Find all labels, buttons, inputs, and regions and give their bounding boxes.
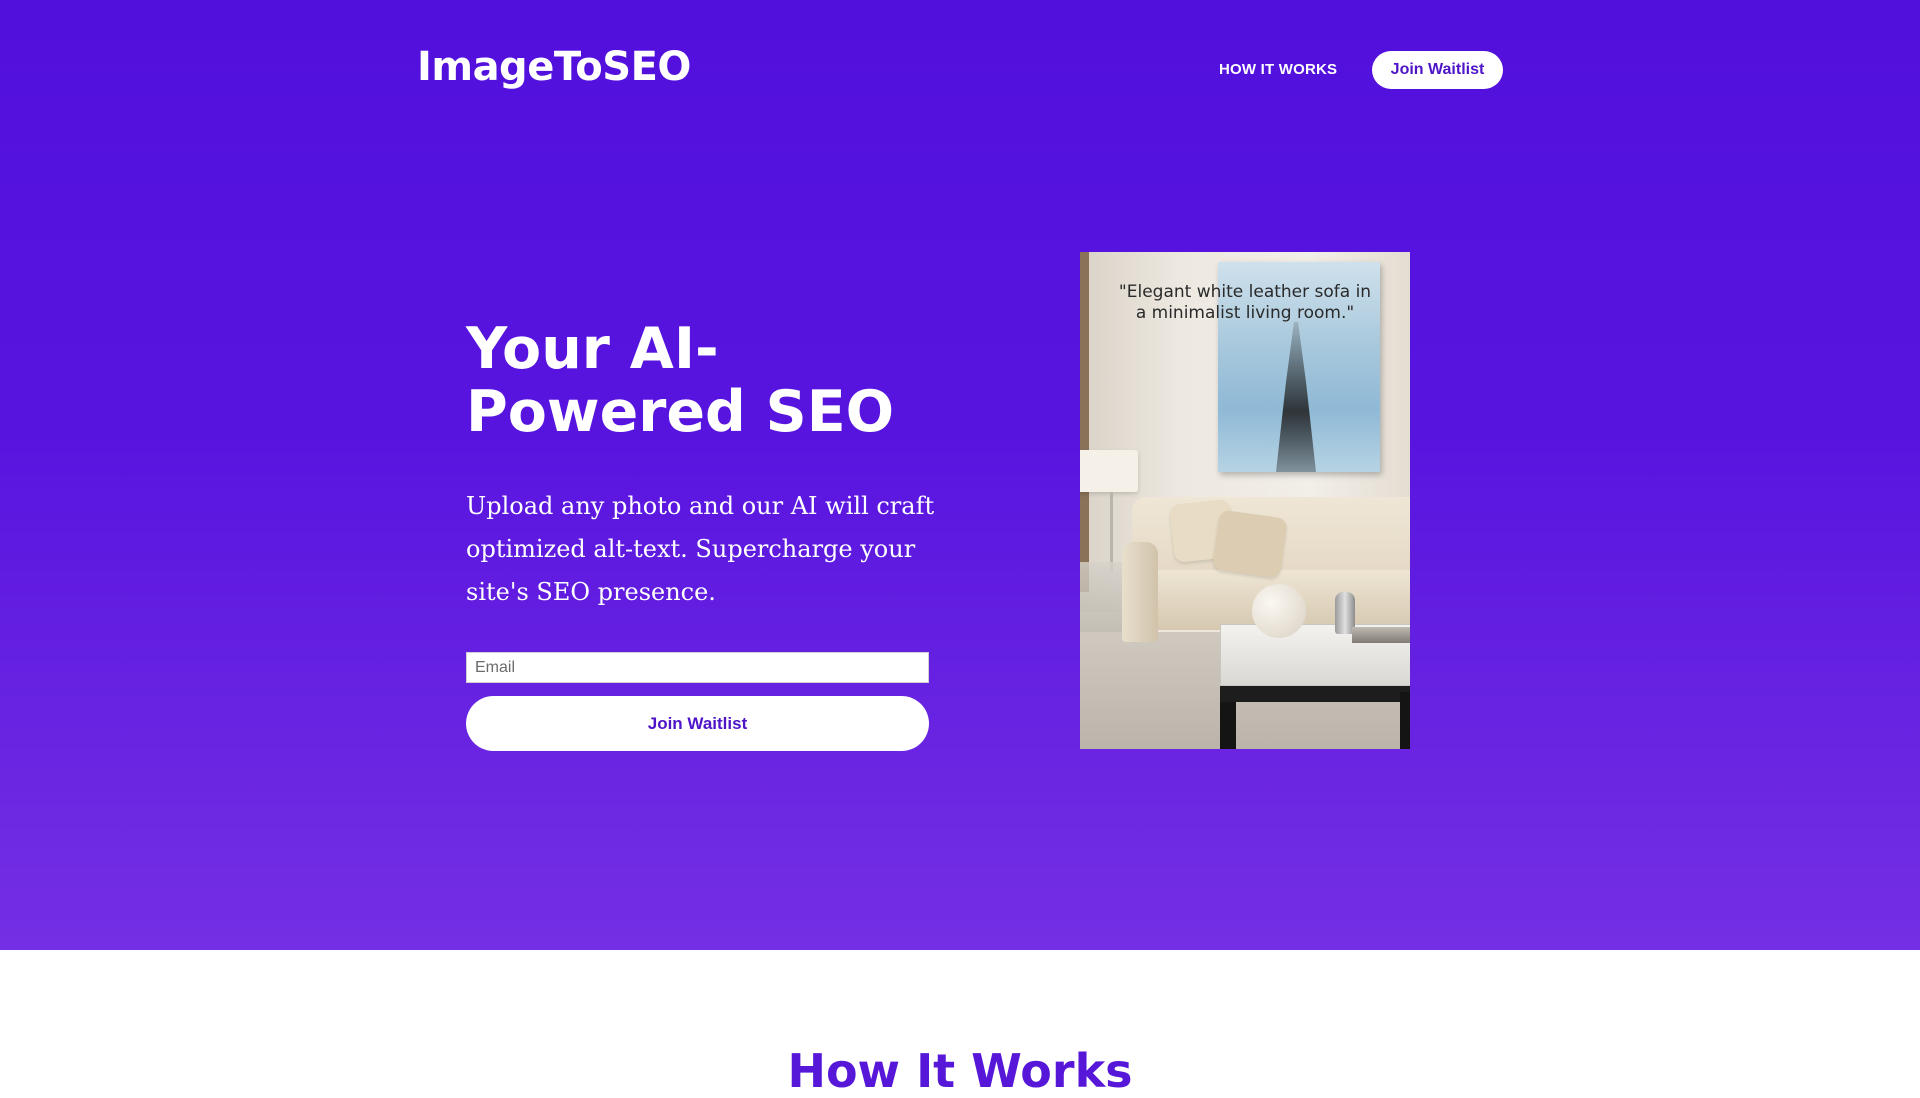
header-join-waitlist-button[interactable]: Join Waitlist [1372, 51, 1503, 89]
image-lamp-shade [1080, 450, 1138, 492]
image-sofa-arm [1122, 542, 1158, 642]
hero-headline: Your AI- Powered SEO [466, 318, 946, 444]
brand-logo[interactable]: ImageToSEO [417, 44, 691, 90]
hero-subtext: Upload any photo and our AI will craft o… [466, 492, 935, 606]
nav-link-how-it-works[interactable]: HOW IT WORKS [1219, 61, 1337, 78]
image-alt-text-caption: "Elegant white leather sofa in a minimal… [1080, 282, 1410, 324]
hero-headline-line1: Your AI- [466, 316, 719, 382]
hero-headline-line2: Powered SEO [466, 379, 895, 445]
image-coffee-table-leg [1400, 692, 1410, 749]
image-coffee-table-base [1220, 686, 1410, 702]
hero-section: ImageToSEO HOW IT WORKS Join Waitlist Yo… [0, 0, 1920, 950]
hero-example-image: "Elegant white leather sofa in a minimal… [1080, 252, 1410, 749]
email-input[interactable] [466, 652, 929, 683]
image-coffee-table-leg [1220, 702, 1236, 749]
image-caption-line1: "Elegant white leather sofa in [1118, 282, 1372, 302]
how-it-works-title: How It Works [787, 1044, 1133, 1098]
image-pillow [1212, 509, 1288, 579]
image-lamp-pole [1110, 492, 1113, 572]
image-decor-orb [1252, 584, 1306, 638]
image-decor-books [1352, 627, 1410, 643]
hero-join-waitlist-button[interactable]: Join Waitlist [466, 696, 929, 751]
image-caption-line2: a minimalist living room." [1135, 303, 1355, 323]
image-painting-stroke [1276, 322, 1316, 472]
